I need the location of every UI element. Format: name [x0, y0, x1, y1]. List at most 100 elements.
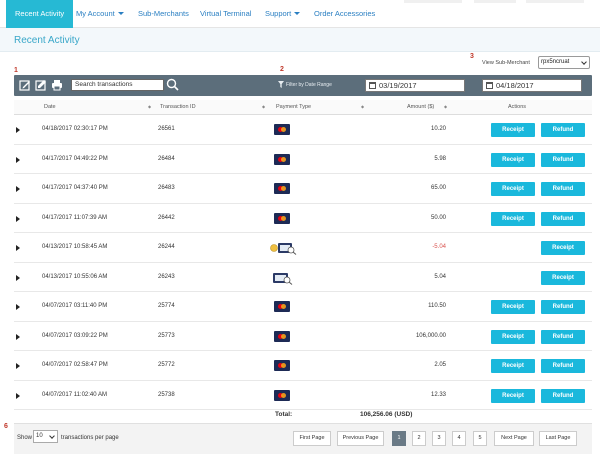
nav-recent-activity[interactable]: Recent Activity [6, 0, 74, 28]
sort-icon[interactable]: ◆ [262, 104, 265, 109]
header-transaction-id[interactable]: Transaction ID [160, 104, 196, 110]
refund-button[interactable]: Refund [541, 152, 585, 167]
refund-button[interactable]: Refund [541, 388, 585, 403]
row-amount: 12.33 [430, 391, 446, 398]
table-row: 04/07/2017 03:11:40 PM 25774 110.50 Rece… [14, 292, 592, 322]
page-1-button[interactable]: 1 [392, 431, 406, 446]
sort-icon[interactable]: ◆ [361, 104, 364, 109]
mastercard-icon [274, 360, 290, 371]
sort-icon[interactable]: ◆ [148, 104, 151, 109]
refund-button[interactable]: Refund [541, 300, 585, 314]
expand-row-icon[interactable] [16, 245, 20, 251]
receipt-button[interactable]: Receipt [491, 329, 535, 344]
nav-order-accessories[interactable]: Order Accessories [314, 0, 375, 28]
header-payment-type[interactable]: Payment Type [276, 104, 311, 110]
table-row: 04/17/2017 04:37:40 PM 26483 65.00 Recei… [14, 174, 592, 204]
payment-type [270, 329, 310, 345]
toolbar: Search transactions Filter by Date Range… [14, 75, 592, 96]
payment-type [270, 181, 310, 197]
expand-row-icon[interactable] [16, 156, 20, 163]
page-size-value: 10 [36, 433, 43, 439]
row-amount: -5.04 [432, 244, 446, 250]
row-date: 04/18/2017 02:30:17 PM [42, 126, 108, 132]
payment-type [270, 211, 310, 227]
receipt-button[interactable]: Receipt [491, 300, 535, 314]
sub-merchant-label: View Sub-Merchant [482, 60, 530, 66]
nav-virtual-terminal[interactable]: Virtual Terminal [200, 0, 251, 28]
section-header: Recent Activity [0, 28, 600, 52]
expand-row-icon[interactable] [16, 333, 20, 340]
filter-icon [278, 81, 284, 88]
receipt-button[interactable]: Receipt [491, 182, 535, 196]
expand-row-icon[interactable] [16, 392, 20, 399]
row-amount: 5.04 [434, 273, 446, 280]
mastercard-icon [274, 124, 290, 135]
page-title: Recent Activity [14, 35, 80, 46]
date-from-input[interactable]: 03/19/2017 [365, 79, 465, 92]
first-page-button[interactable]: First Page [293, 431, 331, 446]
page-5-button[interactable]: 5 [473, 431, 487, 446]
page-size-select[interactable]: 10 [33, 430, 58, 443]
row-date: 04/13/2017 10:55:06 AM [42, 273, 108, 280]
search-input[interactable]: Search transactions [71, 79, 164, 91]
annotation-marker: 3 [470, 53, 474, 60]
refund-button[interactable]: Refund [541, 123, 585, 137]
previous-page-button[interactable]: Previous Page [337, 431, 384, 446]
page-3-button[interactable]: 3 [432, 431, 446, 446]
expand-row-icon[interactable] [16, 363, 20, 369]
page-4-button[interactable]: 4 [452, 431, 466, 446]
cash-icon [273, 272, 293, 285]
print-icon[interactable] [51, 79, 63, 91]
date-to-value: 04/18/2017 [496, 81, 534, 90]
nav-sub-merchants[interactable]: Sub-Merchants [138, 0, 189, 28]
last-page-button[interactable]: Last Page [539, 431, 577, 446]
annotation-marker: 6 [4, 423, 8, 430]
chevron-down-icon [294, 12, 301, 15]
show-label: Show [17, 435, 33, 441]
mastercard-icon [274, 301, 290, 312]
refund-button[interactable]: Refund [541, 359, 585, 373]
filter-label: Filter by Date Range [286, 82, 332, 88]
mastercard-icon [274, 330, 290, 342]
expand-row-icon[interactable] [16, 304, 20, 310]
row-date: 04/07/2017 03:09:22 PM [42, 332, 108, 339]
annotation-marker: 1 [14, 67, 18, 74]
receipt-button[interactable]: Receipt [491, 359, 535, 373]
receipt-button[interactable]: Receipt [491, 388, 535, 403]
payment-type [270, 270, 310, 286]
receipt-button[interactable]: Receipt [491, 211, 535, 226]
row-transaction-id: 25738 [158, 391, 175, 398]
row-date: 04/17/2017 04:37:40 PM [42, 185, 108, 191]
page-2-button[interactable]: 2 [412, 431, 426, 446]
sort-icon[interactable]: ◆ [444, 104, 447, 109]
expand-row-icon[interactable] [16, 186, 20, 192]
receipt-button[interactable]: Receipt [491, 152, 535, 167]
refund-button[interactable]: Refund [541, 211, 585, 226]
next-page-button[interactable]: Next Page [494, 431, 534, 446]
receipt-button[interactable]: Receipt [541, 270, 585, 285]
refund-button[interactable]: Refund [541, 329, 585, 344]
receipt-button[interactable]: Receipt [541, 241, 585, 255]
edit-document-icon[interactable] [35, 79, 47, 91]
table-row: 04/17/2017 04:49:22 PM 26484 5.98 Receip… [14, 144, 592, 174]
mastercard-icon [274, 212, 290, 224]
expand-row-icon[interactable] [16, 215, 20, 222]
date-to-input[interactable]: 04/18/2017 [482, 79, 582, 92]
nav-support[interactable]: Support [265, 0, 301, 28]
nav-label: Recent Activity [15, 9, 65, 18]
row-transaction-id: 26243 [158, 273, 175, 280]
sub-merchant-select[interactable]: rpx5ncruat [538, 56, 590, 69]
nav-placeholder [474, 0, 516, 3]
nav-label: Sub-Merchants [138, 9, 189, 18]
refund-button[interactable]: Refund [541, 182, 585, 196]
edit-icon[interactable] [19, 79, 31, 91]
search-icon[interactable] [166, 78, 179, 91]
nav-my-account[interactable]: My Account [76, 0, 124, 28]
header-amount[interactable]: Amount ($) [407, 104, 434, 110]
expand-row-icon[interactable] [16, 127, 20, 133]
expand-row-icon[interactable] [16, 274, 20, 281]
per-page-label: transactions per page [61, 435, 119, 441]
row-transaction-id: 25772 [158, 362, 175, 368]
receipt-button[interactable]: Receipt [491, 123, 535, 137]
header-date[interactable]: Date [44, 104, 56, 110]
